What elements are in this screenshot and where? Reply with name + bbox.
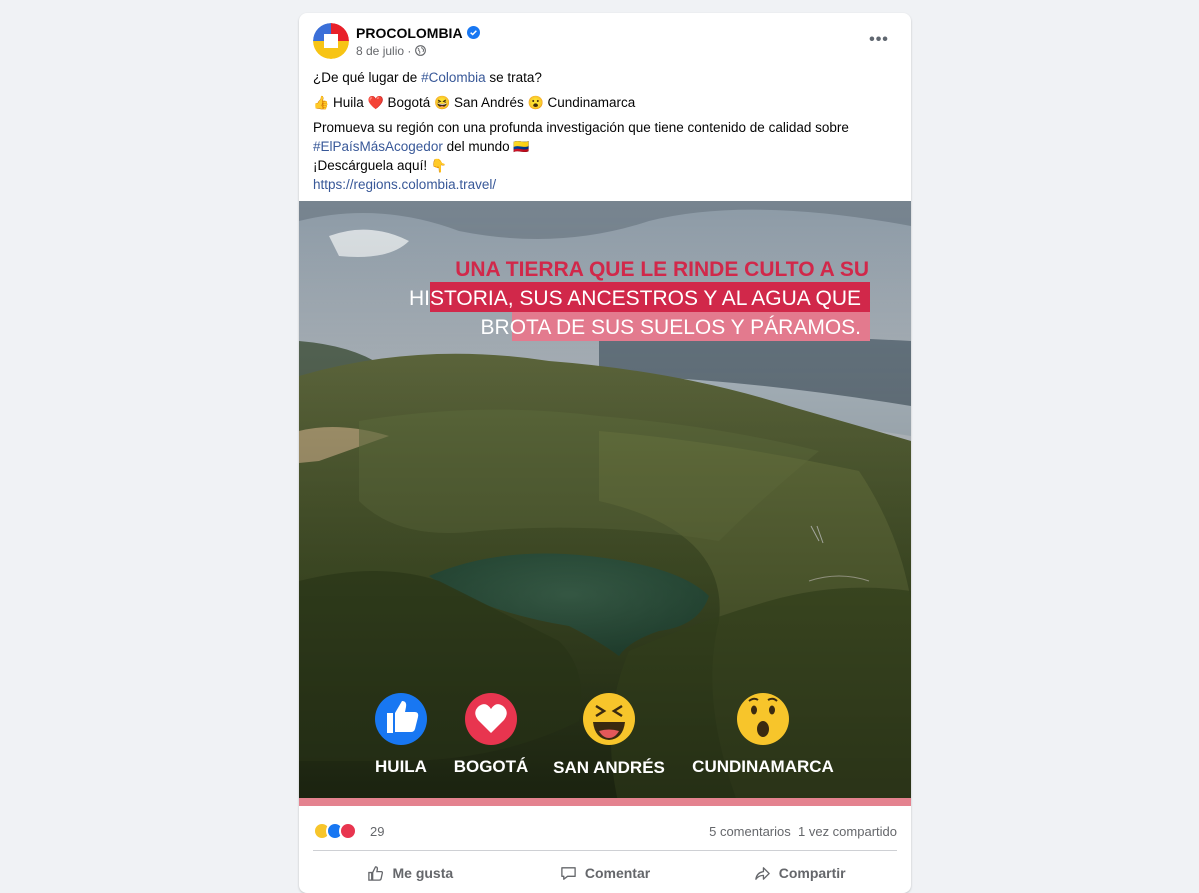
laughing-emoji: 😆: [434, 95, 451, 110]
reactions-summary: 29 5 comentarios 1 vez compartido: [313, 821, 897, 841]
headline-line-3: BROTA DE SUS SUELOS Y PÁRAMOS.: [481, 316, 861, 339]
question-text-end: se trata?: [485, 70, 542, 85]
option-san-andres: San Andrés: [453, 95, 524, 110]
thumbs-up-emoji: 👍: [313, 95, 330, 110]
comment-icon: [561, 866, 576, 880]
option-huila: Huila: [332, 95, 364, 110]
like-button[interactable]: Me gusta: [313, 855, 508, 891]
post-meta: 8 de julio ·: [356, 44, 426, 58]
procolombia-logo-icon: [313, 23, 349, 59]
page-avatar[interactable]: [313, 23, 349, 59]
wow-icon: [737, 693, 789, 745]
hashtag-colombia[interactable]: #Colombia: [421, 70, 486, 85]
options-line: 👍 Huila ❤️ Bogotá 😆 San Andrés 😮 Cundina…: [313, 93, 897, 112]
share-icon: [754, 866, 770, 880]
share-button[interactable]: Compartir: [702, 855, 897, 891]
colombia-flag-emoji: 🇨🇴: [513, 139, 530, 154]
comment-button[interactable]: Comentar: [508, 855, 703, 891]
comment-label: Comentar: [584, 865, 651, 881]
love-small-icon: [339, 822, 357, 840]
reaction-label-cundinamarca: CUNDINAMARCA: [692, 757, 834, 776]
pointing-down-emoji: 👇: [430, 158, 448, 173]
wow-emoji: 😮: [527, 95, 544, 110]
like-icon: [375, 693, 427, 745]
post-text: ¿De qué lugar de #Colombia se trata? 👍 H…: [313, 68, 897, 194]
promo-text-end: del mundo: [442, 139, 514, 154]
haha-icon: [583, 693, 635, 745]
post-image[interactable]: UNA TIERRA QUE LE RINDE CULTO A SU HISTO…: [299, 201, 911, 806]
download-text: ¡Descárguela aquí!: [313, 158, 431, 173]
engagement-counts: 5 comentarios 1 vez compartido: [709, 824, 897, 839]
heart-emoji: ❤️: [367, 95, 384, 110]
reaction-label-san-andres: SAN ANDRÉS: [553, 758, 665, 777]
promo-text: Promueva su región con una profunda inve…: [313, 120, 849, 135]
action-bar: Me gusta Comentar Compartir: [313, 855, 897, 891]
love-icon: [465, 693, 517, 745]
headline-line-1: UNA TIERRA QUE LE RINDE CULTO A SU: [455, 258, 869, 281]
lagoon-photo: UNA TIERRA QUE LE RINDE CULTO A SU HISTO…: [299, 201, 911, 806]
regions-link[interactable]: https://regions.colombia.travel/: [313, 177, 496, 192]
post-header: PROCOLOMBIA 8 de julio · •••: [313, 23, 897, 63]
more-options-button[interactable]: •••: [867, 31, 891, 51]
hashtag-elpaismasacogedor[interactable]: #ElPaísMásAcogedor: [313, 139, 443, 154]
post-card: PROCOLOMBIA 8 de julio · ••• ¿De qué lug…: [299, 13, 911, 893]
verified-badge-icon: [466, 26, 480, 39]
option-bogota: Bogotá: [387, 95, 431, 110]
page-name-row: PROCOLOMBIA: [356, 25, 480, 41]
reaction-count[interactable]: 29: [370, 824, 384, 839]
meta-separator: ·: [407, 44, 412, 58]
reaction-label-bogota: BOGOTÁ: [454, 757, 529, 776]
headline-line-2: HISTORIA, SUS ANCESTROS Y AL AGUA QUE: [409, 287, 861, 310]
comments-count[interactable]: 5 comentarios: [709, 824, 791, 839]
promo-line: Promueva su región con una profunda inve…: [313, 118, 897, 194]
actions-divider: [313, 850, 897, 851]
question-text: ¿De qué lugar de: [313, 70, 422, 85]
like-label: Me gusta: [392, 865, 454, 881]
page-name[interactable]: PROCOLOMBIA: [356, 25, 463, 41]
post-date[interactable]: 8 de julio: [356, 44, 404, 58]
globe-icon: [414, 45, 426, 56]
shares-count[interactable]: 1 vez compartido: [798, 824, 897, 839]
option-cundinamarca: Cundinamarca: [547, 95, 636, 110]
share-label: Compartir: [778, 865, 846, 881]
question-line: ¿De qué lugar de #Colombia se trata?: [313, 68, 897, 87]
reaction-label-huila: HUILA: [375, 757, 427, 776]
thumbs-up-icon: [368, 865, 384, 881]
